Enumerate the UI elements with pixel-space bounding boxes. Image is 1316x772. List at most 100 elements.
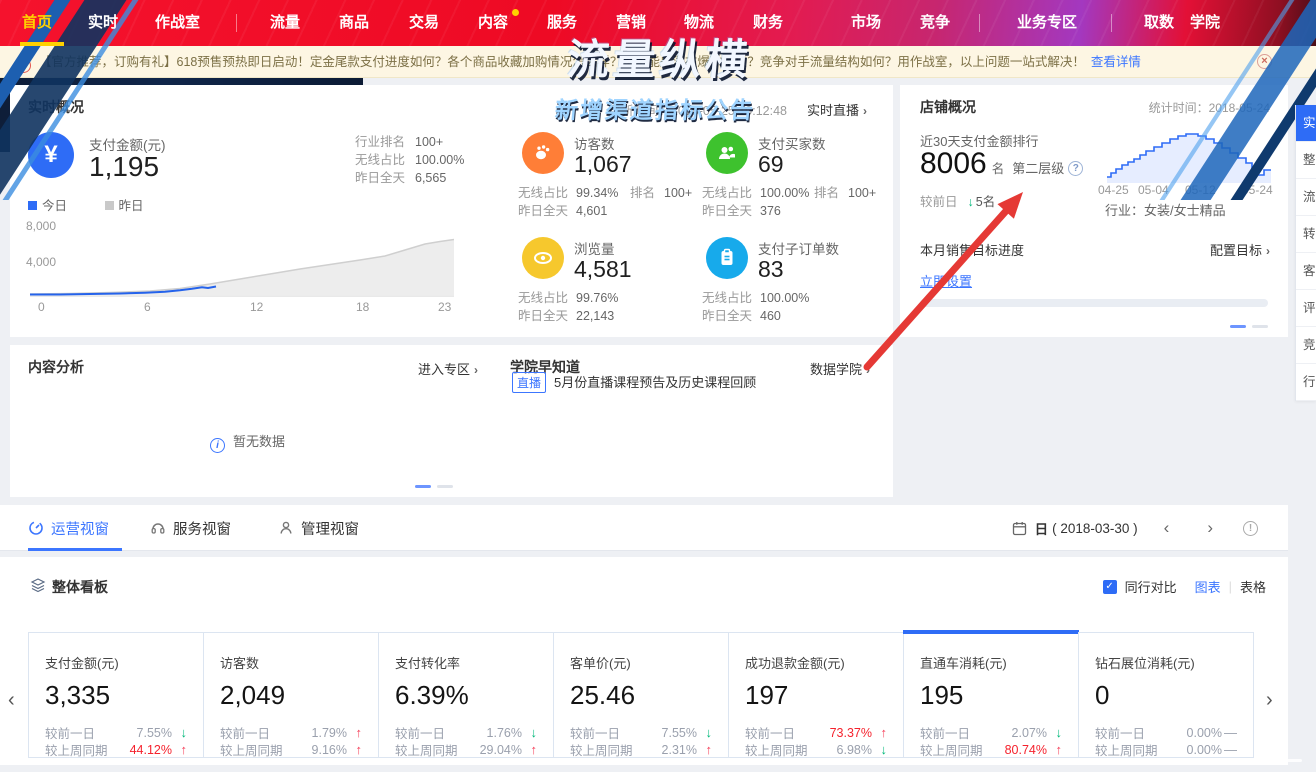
tier-label: 第二层级	[1012, 161, 1064, 176]
goal-progress-bar	[920, 299, 1268, 307]
chevron-right-icon: ›	[1266, 244, 1270, 258]
nav-item[interactable]: 财务	[753, 0, 783, 46]
person-icon	[278, 520, 294, 536]
help-icon[interactable]: ?	[1068, 161, 1083, 176]
rank-change: 较前日↓5名	[920, 191, 995, 210]
peer-compare-checkbox[interactable]: ✓	[1103, 580, 1117, 594]
nav-item[interactable]: 实时	[88, 0, 118, 46]
side-tab[interactable]: 实	[1296, 105, 1316, 142]
trend-arrow: ↓	[522, 725, 537, 740]
calendar-icon[interactable]	[1012, 521, 1027, 536]
info-icon: i	[210, 438, 225, 453]
course-item[interactable]: 直播5月份直播课程预告及历史课程回顾	[512, 372, 756, 393]
nav-item[interactable]: 学院	[1190, 0, 1220, 46]
x-axis-tick: 04-25	[1098, 183, 1129, 197]
tab-management-view[interactable]: 管理视窗	[278, 505, 359, 551]
notification-dot	[512, 9, 519, 16]
cards-next-button[interactable]: ›	[1266, 689, 1273, 712]
stat-visitors: 访客数 1,067 无线占比99.34%排名100+ 昨日全天4,601	[510, 130, 698, 230]
info-icon[interactable]: !	[1243, 521, 1258, 536]
metric-side-stats: 行业排名100+ 无线占比100.00% 昨日全天6,565	[355, 133, 464, 187]
empty-state: i暂无数据	[210, 431, 285, 453]
side-tab[interactable]: 转	[1296, 216, 1316, 253]
metric-card-refund[interactable]: 成功退款金额(元) 197 较前一日73.37%↑ 较上周同期6.98%↓	[728, 632, 904, 758]
metric-card-avg-order[interactable]: 客单价(元) 25.46 较前一日7.55%↓ 较上周同期2.31%↑	[553, 632, 729, 758]
nav-item[interactable]: 竞争	[920, 0, 950, 46]
layers-icon	[30, 577, 46, 593]
metric-card-conversion[interactable]: 支付转化率 6.39% 较前一日1.76%↓ 较上周同期29.04%↑	[378, 632, 554, 758]
side-tab[interactable]: 行	[1296, 364, 1316, 401]
nav-item[interactable]: 交易	[409, 0, 439, 46]
metric-value: 1,195	[89, 151, 159, 183]
pagination-dot[interactable]	[1230, 325, 1246, 328]
side-tab[interactable]: 评	[1296, 290, 1316, 327]
pagination-dot[interactable]	[415, 485, 431, 488]
industry-label: 行业：女装/女士精品	[1105, 200, 1226, 219]
views-icon	[522, 237, 564, 279]
next-date-button[interactable]: ›	[1207, 518, 1213, 538]
side-tab[interactable]: 整	[1296, 142, 1316, 179]
panel-pagination	[415, 485, 453, 488]
gauge-icon	[28, 520, 44, 536]
nav-item[interactable]: 营销	[616, 0, 646, 46]
prev-date-button[interactable]: ‹	[1164, 518, 1170, 538]
trend-arrow: —	[1222, 742, 1237, 757]
nav-item[interactable]: 业务专区	[1017, 0, 1077, 46]
data-college-link[interactable]: 数据学院›	[810, 359, 870, 378]
date-granularity[interactable]: 日	[1035, 518, 1049, 538]
nav-item[interactable]: 内容	[478, 0, 508, 46]
x-axis-tick: 0	[38, 300, 45, 314]
side-tab[interactable]: 竞	[1296, 327, 1316, 364]
tab-service-view[interactable]: 服务视窗	[150, 505, 231, 551]
board-title: 整体看板	[52, 577, 108, 597]
tab-operations-view[interactable]: 运营视窗	[28, 505, 109, 551]
enter-zone-link[interactable]: 进入专区›	[418, 359, 478, 378]
trend-arrow: ↑	[522, 742, 537, 757]
legend-swatch-yesterday	[105, 201, 114, 210]
realtime-line-chart	[30, 217, 454, 297]
pagination-dot[interactable]	[437, 485, 453, 488]
view-tabs-bar: 运营视窗 服务视窗 管理视窗 日 ( 2018-03-30 ) ‹ › !	[0, 505, 1288, 551]
x-axis-tick: 23	[438, 300, 451, 314]
metric-card-visitors[interactable]: 访客数 2,049 较前一日1.79%↑ 较上周同期9.16%↑	[203, 632, 379, 758]
live-badge: 直播	[512, 372, 546, 393]
nav-item[interactable]: 市场	[851, 0, 881, 46]
goal-label: 本月销售目标进度	[920, 240, 1024, 259]
pagination-dot[interactable]	[1252, 325, 1268, 328]
headset-icon	[150, 520, 166, 536]
date-value[interactable]: ( 2018-03-30 )	[1052, 521, 1138, 536]
nav-item[interactable]: 服务	[547, 0, 577, 46]
side-tab[interactable]: 流	[1296, 179, 1316, 216]
chevron-right-icon: ›	[866, 363, 870, 377]
orders-icon	[706, 237, 748, 279]
setup-now-link[interactable]: 立即设置	[920, 271, 972, 290]
trend-arrow: ↑	[347, 725, 362, 740]
nav-item[interactable]: 商品	[339, 0, 369, 46]
nav-item[interactable]: 物流	[684, 0, 714, 46]
nav-item[interactable]: 作战室	[155, 0, 200, 46]
nav-item[interactable]: 取数	[1144, 0, 1174, 46]
chart-view-toggle[interactable]: 图表	[1195, 577, 1221, 596]
chart-legend: 今日 昨日	[28, 195, 144, 214]
cards-prev-button[interactable]: ‹	[8, 689, 15, 712]
nav-divider	[1111, 14, 1112, 32]
right-quick-nav: 实 整 流 转 客 评 竞 行	[1295, 105, 1316, 401]
configure-goal-link[interactable]: 配置目标›	[1210, 240, 1270, 259]
x-axis-tick: 18	[356, 300, 369, 314]
table-view-toggle[interactable]: 表格	[1240, 577, 1266, 596]
x-axis-tick: 12	[250, 300, 263, 314]
side-tab[interactable]: 客	[1296, 253, 1316, 290]
metric-card-ztc-spend[interactable]: 直通车消耗(元) 195 较前一日2.07%↓ 较上周同期80.74%↑	[903, 632, 1079, 758]
x-axis-tick: 6	[144, 300, 151, 314]
metric-card-diamond-spend[interactable]: 钻石展位消耗(元) 0 较前一日0.00%— 较上周同期0.00%—	[1078, 632, 1254, 758]
nav-item-home[interactable]: 首页	[22, 0, 52, 46]
trend-arrow: ↑	[697, 742, 712, 757]
stat-buyers: 支付买家数 69 无线占比100.00%排名100+ 昨日全天376	[694, 130, 882, 230]
nav-divider	[236, 14, 237, 32]
nav-item[interactable]: 流量	[270, 0, 300, 46]
metric-card-payment[interactable]: 支付金额(元) 3,335 较前一日7.55%↓ 较上周同期44.12%↑	[28, 632, 204, 758]
peer-compare-label[interactable]: 同行对比	[1125, 577, 1177, 596]
trend-arrow: ↑	[172, 742, 187, 757]
active-tab-underline	[20, 42, 64, 46]
nav-divider	[979, 14, 980, 32]
